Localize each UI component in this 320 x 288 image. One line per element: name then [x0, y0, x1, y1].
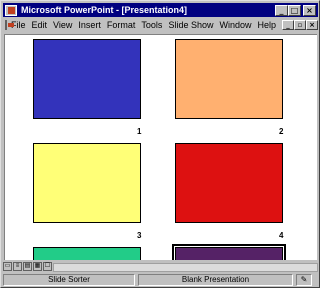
doc-restore-button[interactable]: ▫ [294, 20, 306, 30]
slide-number-1: 1 [137, 127, 142, 136]
slide-number-2: 2 [279, 127, 284, 136]
slide-sorter-view-button[interactable]: ▤ [23, 262, 32, 271]
menu-slide-show[interactable]: Slide Show [168, 20, 213, 30]
minimize-button[interactable]: _ [275, 4, 288, 16]
spelling-status-icon[interactable]: ✎ [296, 274, 312, 286]
slide-thumbnail-5[interactable] [33, 247, 141, 260]
menu-help[interactable]: Help [257, 20, 276, 30]
close-button[interactable]: × [303, 4, 316, 16]
powerpoint-app-icon[interactable] [5, 4, 17, 16]
slide-thumbnail-6[interactable] [172, 244, 286, 260]
horizontal-scrollbar[interactable] [53, 263, 318, 272]
slide-thumbnail-4[interactable] [175, 143, 283, 223]
menu-edit[interactable]: Edit [32, 20, 48, 30]
document-icon[interactable] [5, 20, 14, 30]
menu-bar: File Edit View Insert Format Tools Slide… [3, 18, 318, 32]
slide-show-button[interactable]: ☐ [43, 262, 52, 271]
slide-sorter-area: 1 2 3 4 [4, 34, 317, 260]
slide-number-3: 3 [137, 231, 142, 240]
menu-view[interactable]: View [53, 20, 72, 30]
view-buttons: ▭ ≡ ▤ ▦ ☐ [3, 262, 52, 273]
doc-minimize-button[interactable]: _ [282, 20, 294, 30]
menu-tools[interactable]: Tools [141, 20, 162, 30]
slide-view-button[interactable]: ▭ [3, 262, 12, 271]
maximize-button[interactable]: □ [288, 4, 301, 16]
outline-view-button[interactable]: ≡ [13, 262, 22, 271]
title-bar[interactable]: Microsoft PowerPoint - [Presentation4] _… [3, 3, 318, 17]
status-area: ▭ ≡ ▤ ▦ ☐ Slide Sorter Blank Presentatio… [3, 262, 318, 286]
slide-thumbnail-2[interactable] [175, 39, 283, 119]
menu-format[interactable]: Format [107, 20, 136, 30]
status-design-template: Blank Presentation [138, 274, 293, 286]
powerpoint-window: Microsoft PowerPoint - [Presentation4] _… [0, 0, 320, 288]
window-title: Microsoft PowerPoint - [Presentation4] [21, 5, 188, 15]
slide-thumbnail-3[interactable] [33, 143, 141, 223]
doc-close-button[interactable]: × [306, 20, 318, 30]
notes-view-button[interactable]: ▦ [33, 262, 42, 271]
menu-insert[interactable]: Insert [78, 20, 101, 30]
slide-number-4: 4 [279, 231, 284, 240]
slide-thumbnail-1[interactable] [33, 39, 141, 119]
status-view-name: Slide Sorter [3, 274, 135, 286]
menu-window[interactable]: Window [219, 20, 251, 30]
